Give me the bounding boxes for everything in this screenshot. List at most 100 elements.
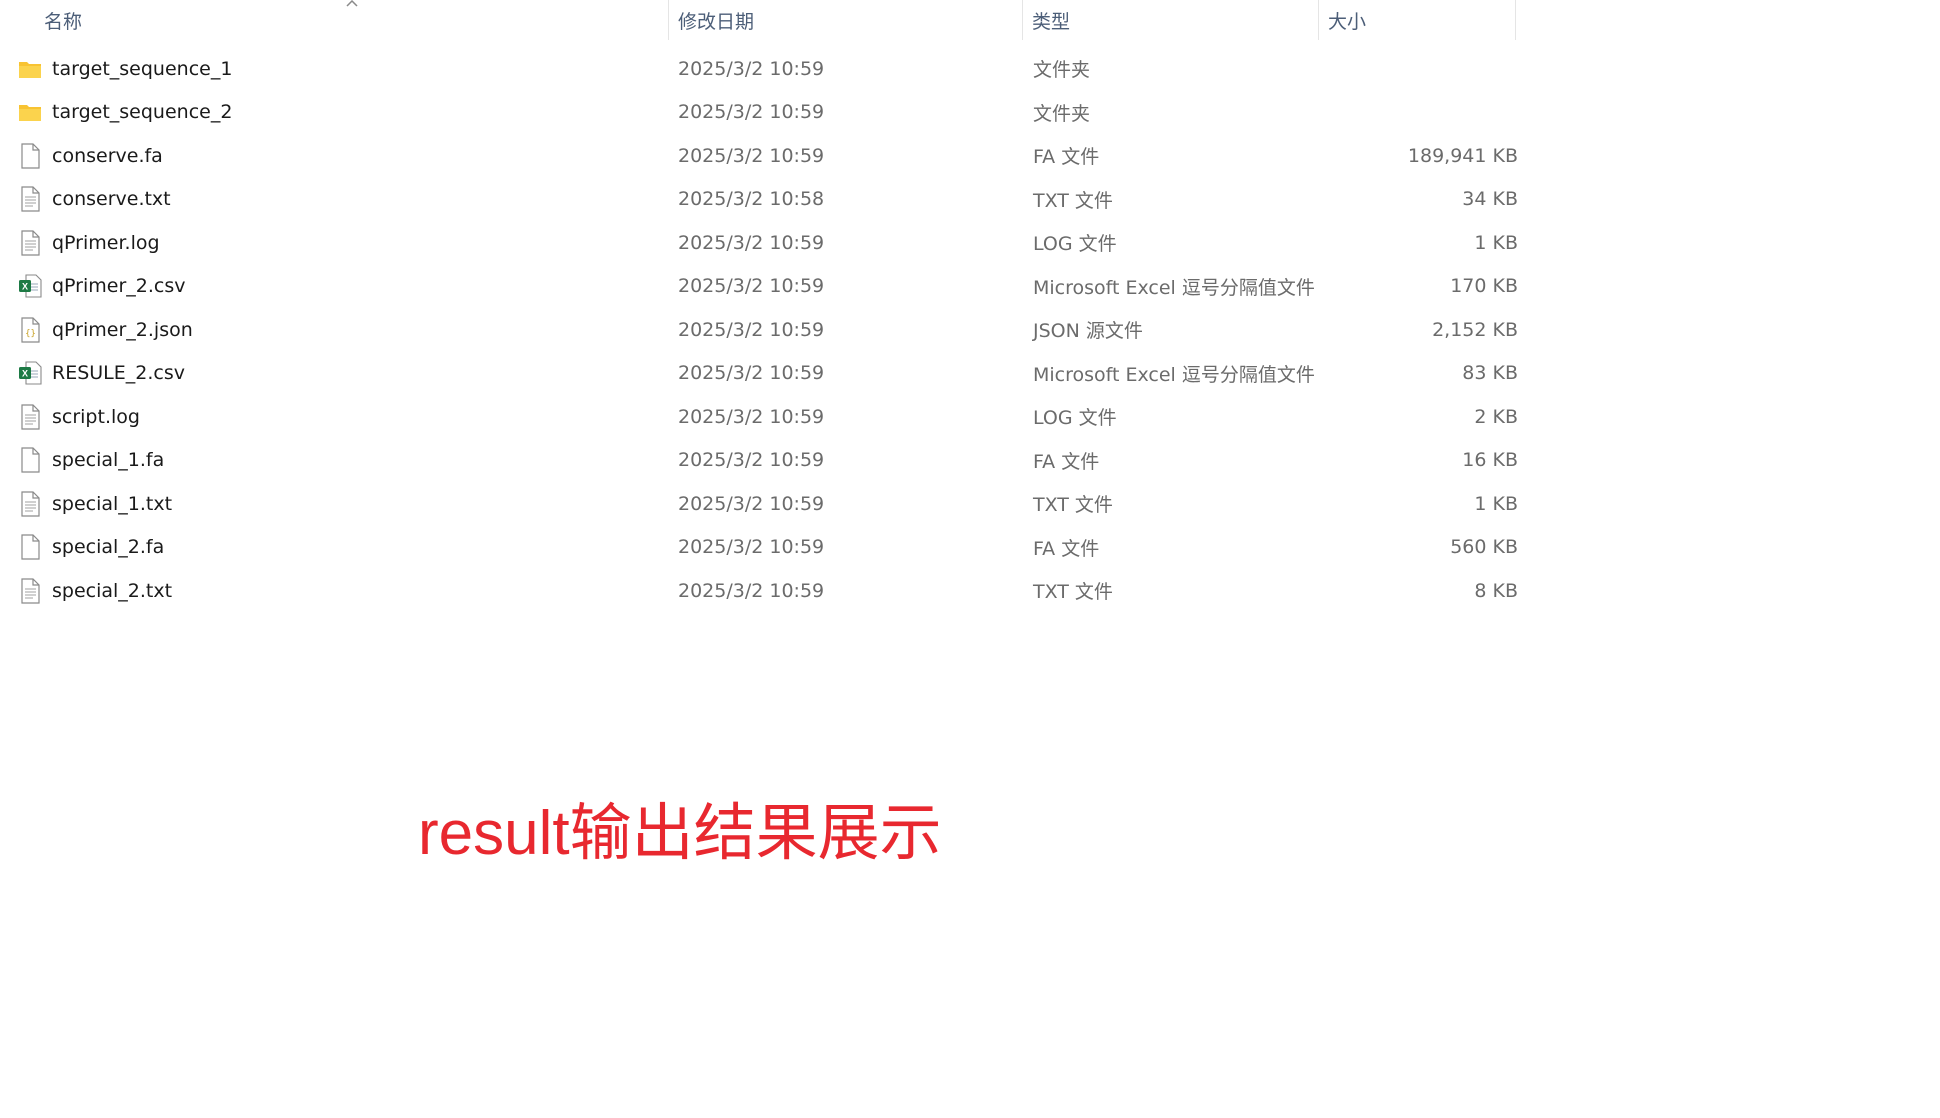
file-date: 2025/3/2 10:59: [678, 536, 825, 558]
file-name-cell: special_1.txt: [18, 482, 658, 525]
file-name-cell: X RESULE_2.csv: [18, 352, 658, 395]
file-name-cell: target_sequence_2: [18, 91, 658, 134]
file-row[interactable]: conserve.fa 2025/3/2 10:59 FA 文件 189,941 KB: [18, 134, 1518, 177]
file-size: 1 KB: [1474, 231, 1518, 254]
file-name: RESULE_2.csv: [52, 362, 185, 384]
file-date: 2025/3/2 10:59: [678, 362, 825, 384]
column-header-date[interactable]: 修改日期: [678, 0, 1018, 40]
excel-csv-icon: X: [18, 359, 42, 387]
column-header-date-label: 修改日期: [678, 10, 755, 33]
file-type: TXT 文件: [1033, 581, 1113, 603]
file-name: special_1.txt: [52, 492, 173, 515]
svg-text:X: X: [22, 369, 28, 379]
file-row[interactable]: X RESULE_2.csv 2025/3/2 10:59 Microsoft Exc…: [18, 352, 1518, 395]
text-file-icon: [18, 403, 42, 431]
svg-text:X: X: [22, 282, 28, 292]
file-row[interactable]: XqPrimer_2.csv 2025/3/2 10:59 Microsoft Ex…: [18, 265, 1518, 308]
file-name: target_sequence_1: [52, 57, 233, 80]
file-type: JSON 源文件: [1033, 320, 1143, 342]
file-size: 2 KB: [1474, 405, 1518, 428]
excel-csv-icon: X: [18, 272, 42, 300]
json-file-icon: {}: [18, 316, 42, 344]
folder-icon: [18, 55, 42, 83]
column-header-type-label: 类型: [1032, 10, 1071, 33]
file-type: FA 文件: [1033, 450, 1100, 473]
column-header-type[interactable]: 类型: [1032, 0, 1312, 40]
file-size: 189,941 KB: [1407, 144, 1518, 167]
file-name: qPrimer_2.json: [52, 318, 193, 341]
file-row[interactable]: qPrimer.log 2025/3/2 10:59 LOG 文件 1 KB: [18, 221, 1518, 264]
file-row[interactable]: {} qPrimer_2.json 2025/3/2 10:59 JSON 源文件 2,…: [18, 308, 1518, 351]
file-name: special_2.txt: [52, 579, 173, 602]
file-row[interactable]: target_sequence_1 2025/3/2 10:59 文件夹: [18, 47, 1518, 90]
file-row[interactable]: special_1.txt 2025/3/2 10:59 TXT 文件 1 KB: [18, 482, 1518, 525]
column-header-size[interactable]: 大小: [1328, 0, 1508, 40]
file-date: 2025/3/2 10:59: [678, 231, 825, 254]
file-name-cell: qPrimer.log: [18, 221, 658, 264]
sort-ascending-icon: [346, 0, 358, 7]
svg-text:{}: {}: [25, 329, 36, 339]
file-name-cell: special_2.txt: [18, 569, 658, 612]
file-name-cell: special_1.fa: [18, 439, 658, 482]
file-type: TXT 文件: [1033, 494, 1113, 516]
file-date: 2025/3/2 10:59: [678, 449, 825, 471]
column-header-name-label: 名称: [44, 10, 83, 33]
file-type: TXT 文件: [1033, 189, 1113, 212]
folder-icon: [18, 98, 42, 126]
file-type: 文件夹: [1033, 102, 1091, 125]
file-name-cell: special_2.fa: [18, 526, 658, 569]
file-type: LOG 文件: [1033, 233, 1117, 255]
column-divider[interactable]: [668, 0, 669, 40]
file-size: 560 KB: [1450, 536, 1518, 558]
file-row[interactable]: target_sequence_2 2025/3/2 10:59 文件夹: [18, 91, 1518, 134]
file-row[interactable]: script.log 2025/3/2 10:59 LOG 文件 2 KB: [18, 395, 1518, 438]
column-divider[interactable]: [1022, 0, 1023, 40]
text-file-icon: [18, 577, 42, 605]
caption-text: result输出结果展示: [418, 799, 942, 868]
file-name: target_sequence_2: [52, 101, 233, 123]
file-name-cell: target_sequence_1: [18, 47, 658, 90]
file-name-cell: conserve.fa: [18, 134, 658, 177]
file-date: 2025/3/2 10:59: [678, 318, 825, 341]
text-file-icon: [18, 185, 42, 213]
file-name: conserve.fa: [52, 144, 163, 167]
file-type: LOG 文件: [1033, 407, 1117, 429]
file-size: 83 KB: [1462, 362, 1518, 384]
file-size: [1318, 47, 1518, 90]
file-date: 2025/3/2 10:59: [678, 144, 825, 167]
file-size: 1 KB: [1474, 492, 1518, 515]
column-header-bar: 名称 修改日期 类型 大小: [0, 0, 1520, 40]
file-date: 2025/3/2 10:59: [678, 101, 825, 123]
file-type: FA 文件: [1033, 537, 1100, 560]
column-divider[interactable]: [1318, 0, 1319, 40]
file-row[interactable]: special_2.txt 2025/3/2 10:59 TXT 文件 8 KB: [18, 569, 1518, 612]
file-name: special_2.fa: [52, 536, 165, 558]
file-name: special_1.fa: [52, 449, 165, 471]
file-name: qPrimer_2.csv: [52, 275, 186, 297]
file-date: 2025/3/2 10:59: [678, 275, 825, 297]
file-row[interactable]: conserve.txt 2025/3/2 10:58 TXT 文件 34 KB: [18, 178, 1518, 221]
file-name-cell: script.log: [18, 395, 658, 438]
file-type: FA 文件: [1033, 146, 1100, 168]
blank-file-icon: [18, 142, 42, 170]
text-file-icon: [18, 490, 42, 518]
file-type: Microsoft Excel 逗号分隔值文件: [1033, 363, 1315, 386]
text-file-icon: [18, 229, 42, 257]
file-name-cell: XqPrimer_2.csv: [18, 265, 658, 308]
file-date: 2025/3/2 10:58: [678, 188, 825, 210]
column-divider[interactable]: [1515, 0, 1516, 40]
file-name: script.log: [52, 405, 140, 428]
file-date: 2025/3/2 10:59: [678, 405, 825, 428]
file-row[interactable]: special_2.fa 2025/3/2 10:59 FA 文件 560 KB: [18, 526, 1518, 569]
file-size: 16 KB: [1462, 449, 1518, 471]
blank-file-icon: [18, 446, 42, 474]
file-size: 2,152 KB: [1432, 318, 1518, 341]
file-type: 文件夹: [1033, 59, 1091, 81]
file-row[interactable]: special_1.fa 2025/3/2 10:59 FA 文件 16 KB: [18, 439, 1518, 482]
file-name: conserve.txt: [52, 188, 171, 210]
file-date: 2025/3/2 10:59: [678, 57, 825, 80]
file-type: Microsoft Excel 逗号分隔值文件: [1033, 276, 1315, 299]
blank-file-icon: [18, 533, 42, 561]
file-name-cell: conserve.txt: [18, 178, 658, 221]
file-name: qPrimer.log: [52, 231, 160, 254]
